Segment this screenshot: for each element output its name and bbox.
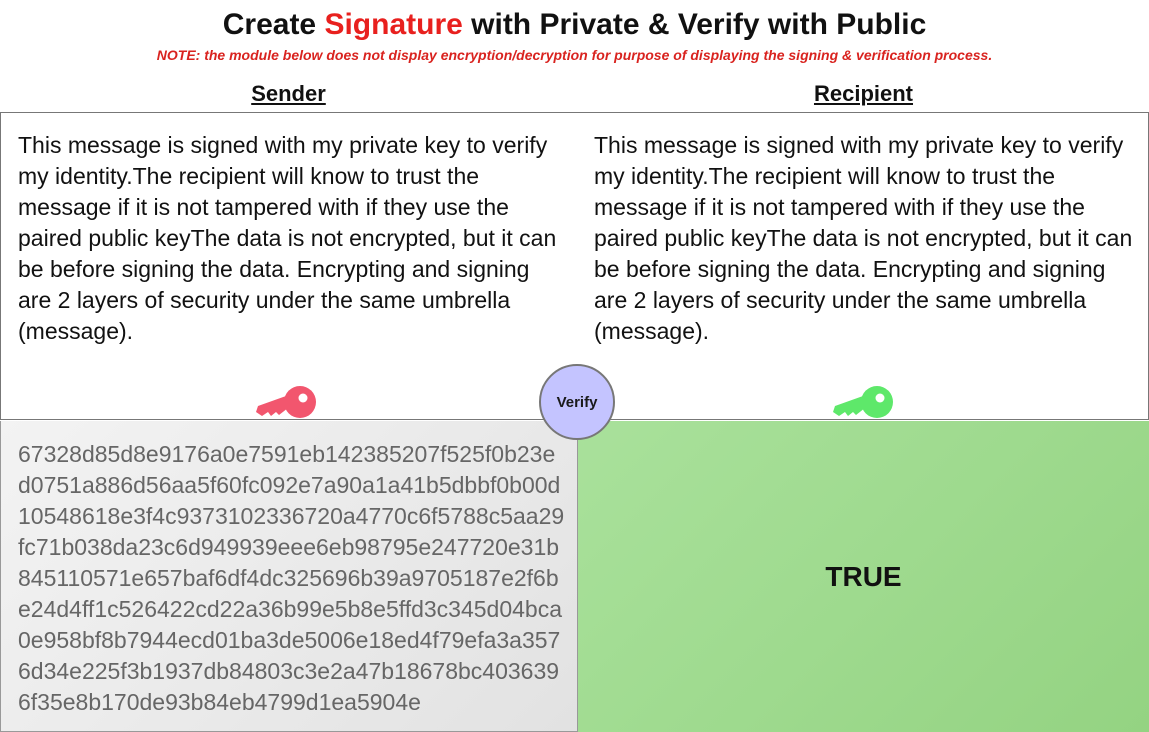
page-title: Create Signature with Private & Verify w… [0,8,1149,42]
title-suffix: with Private & Verify with Public [462,8,927,41]
sender-message-box[interactable]: This message is signed with my private k… [0,112,578,420]
note-text: NOTE: the module below does not display … [156,47,993,63]
sender-heading: Sender [251,81,326,106]
verification-result-box: TRUE [578,421,1149,732]
sender-message-text: This message is signed with my private k… [18,132,557,344]
signature-box[interactable]: 67328d85d8e9176a0e7591eb142385207f525f0b… [0,421,578,732]
signature-text: 67328d85d8e9176a0e7591eb142385207f525f0b… [18,441,565,715]
recipient-message-box[interactable]: This message is signed with my private k… [577,112,1149,420]
public-key-icon [833,386,893,418]
verification-result: TRUE [825,560,902,592]
recipient-message-text: This message is signed with my private k… [594,132,1133,344]
title-prefix: Create [222,8,325,41]
recipient-heading: Recipient [813,81,914,106]
verify-button[interactable]: Verify [539,364,615,440]
private-key-icon [256,386,316,418]
title-accent-word: Signature [324,8,463,41]
